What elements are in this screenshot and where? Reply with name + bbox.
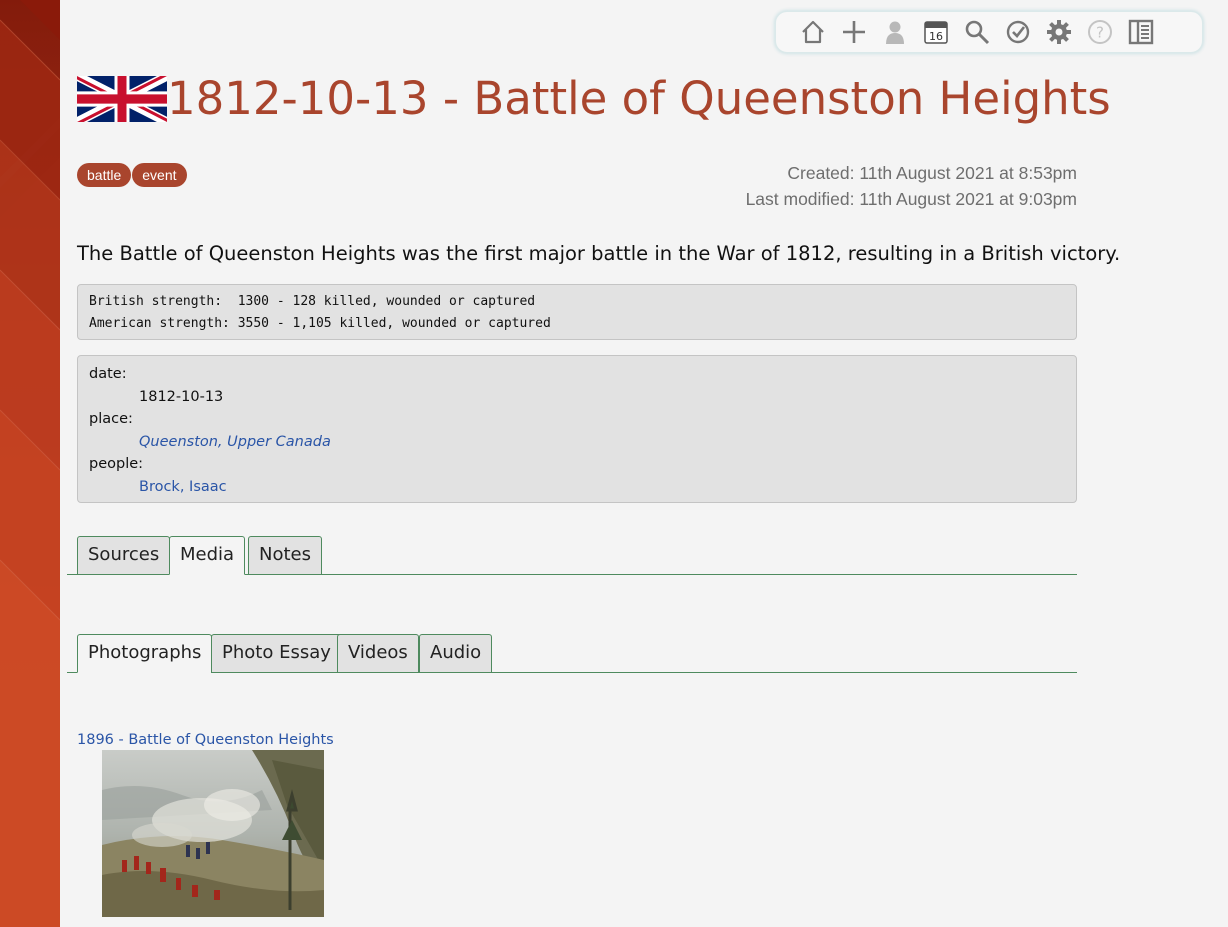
british-strength-line: British strength: 1300 - 128 killed, wou… <box>89 294 536 309</box>
tag-event[interactable]: event <box>132 163 187 187</box>
details-box: date: 1812-10-13 place: Queenston, Upper… <box>77 355 1077 503</box>
tab-photographs[interactable]: Photographs <box>77 634 213 673</box>
tab-notes[interactable]: Notes <box>248 536 322 575</box>
timestamps: Created: 11th August 2021 at 8:53pm Last… <box>746 160 1077 212</box>
tab-media[interactable]: Media <box>169 536 246 575</box>
tab-photo-essay[interactable]: Photo Essay <box>211 634 342 673</box>
date-value: 1812-10-13 <box>139 388 224 405</box>
calendar-day: 16 <box>929 30 943 43</box>
gear-icon[interactable] <box>1044 17 1074 47</box>
calendar-icon[interactable]: 16 <box>921 17 951 47</box>
photo-title-link[interactable]: 1896 - Battle of Queenston Heights <box>77 729 334 751</box>
search-icon[interactable] <box>962 17 992 47</box>
date-label: date: <box>89 366 127 382</box>
summary-text: The Battle of Queenston Heights was the … <box>77 242 1121 265</box>
help-glyph: ? <box>1096 24 1104 42</box>
tab-videos[interactable]: Videos <box>337 634 419 673</box>
modified-timestamp: Last modified: 11th August 2021 at 9:03p… <box>745 189 1077 209</box>
main-tab-bar: Sources Media Notes <box>67 535 1077 575</box>
user-icon[interactable] <box>880 17 910 47</box>
tag-list: battle event <box>77 163 188 187</box>
people-label: people: <box>89 456 144 473</box>
tab-sources[interactable]: Sources <box>77 536 171 575</box>
check-circle-icon[interactable] <box>1003 17 1033 47</box>
place-link[interactable]: Queenston, Upper Canada <box>139 434 331 450</box>
union-jack-flag-icon <box>77 76 167 122</box>
help-icon[interactable]: ? <box>1085 17 1115 47</box>
media-tab-bar: Photographs Photo Essay Videos Audio <box>67 633 1077 673</box>
american-strength-line: American strength: 3550 - 1,105 killed, … <box>89 316 551 331</box>
strength-code-block: British strength: 1300 - 128 killed, wou… <box>77 284 1077 340</box>
home-icon[interactable] <box>798 17 828 47</box>
battle-painting-thumbnail[interactable] <box>102 750 324 917</box>
plus-icon[interactable] <box>839 17 869 47</box>
person-link[interactable]: Brock, Isaac <box>139 479 227 495</box>
tab-audio[interactable]: Audio <box>419 634 493 673</box>
created-timestamp: Created: 11th August 2021 at 8:53pm <box>787 163 1077 183</box>
page-title: 1812-10-13 - Battle of Queenston Heights <box>167 72 1111 125</box>
sidebar-toggle-icon[interactable] <box>1126 17 1156 47</box>
title-row: 1812-10-13 - Battle of Queenston Heights <box>77 70 1111 128</box>
top-toolbar: 16 ? <box>775 11 1203 53</box>
tag-battle[interactable]: battle <box>77 163 132 187</box>
place-label: place: <box>89 411 133 428</box>
decorative-sidebar-stripe <box>0 0 60 927</box>
